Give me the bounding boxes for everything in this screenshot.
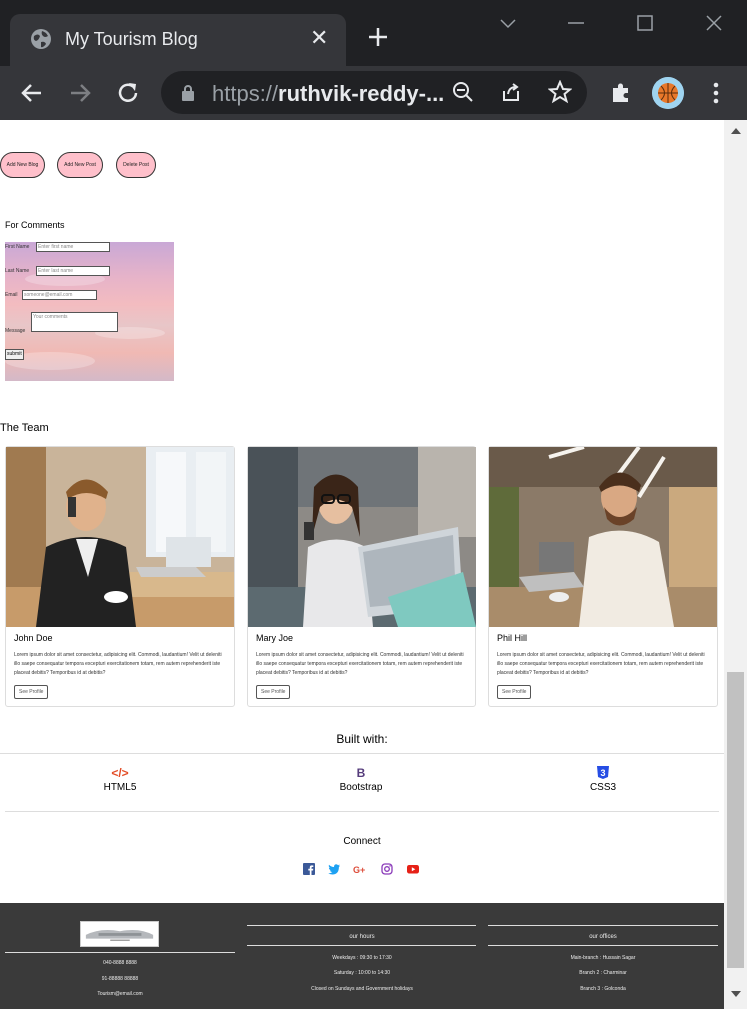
team-card: Mary Joe Lorem ipsum dolor sit amet cons… — [247, 446, 476, 707]
first-name-label: First Name — [5, 244, 30, 250]
office-branch-3: Branch 3 : Golconda — [580, 986, 626, 992]
footer-phone: 040-8888 8888 — [103, 960, 137, 966]
tech-label: HTML5 — [103, 782, 137, 793]
member-bio: Lorem ipsum dolor sit amet consectetur, … — [497, 652, 705, 676]
reload-icon[interactable] — [115, 80, 141, 106]
delete-post-button[interactable]: Delete Post — [116, 152, 156, 178]
add-new-post-button[interactable]: Add New Post — [57, 152, 103, 178]
tab-title: My Tourism Blog — [65, 29, 198, 49]
member-name: Mary Joe — [256, 633, 294, 643]
share-icon[interactable] — [500, 81, 522, 103]
member-name: John Doe — [14, 633, 53, 643]
back-arrow-icon[interactable] — [19, 80, 45, 106]
connect-heading: Connect — [343, 836, 381, 847]
scroll-down-arrow-icon[interactable] — [731, 991, 741, 997]
mary-joe-photo — [248, 447, 476, 627]
member-bio: Lorem ipsum dolor sit amet consectetur, … — [14, 652, 222, 676]
divider — [5, 811, 719, 812]
tech-label: CSS3 — [589, 782, 617, 793]
offices-heading: our offices — [589, 934, 617, 940]
bootstrap-icon: B — [356, 766, 366, 780]
scroll-thumb[interactable] — [727, 672, 744, 968]
built-with-heading: Built with: — [336, 732, 388, 746]
divider — [0, 753, 724, 754]
new-tab-icon[interactable] — [366, 25, 390, 49]
phil-hill-photo — [489, 447, 717, 627]
first-name-field[interactable]: Enter first name — [36, 242, 110, 252]
minimize-icon[interactable] — [565, 12, 587, 34]
last-name-label: Last Name — [5, 268, 30, 274]
close-tab-icon[interactable]: ✕ — [310, 27, 328, 49]
globe-icon — [31, 29, 51, 49]
css3-shield-icon: 3 — [597, 766, 609, 779]
office-main: Main-branch : Hussain Sagar — [570, 955, 636, 961]
divider — [5, 952, 235, 953]
browser-tab[interactable]: My Tourism Blog ✕ — [10, 14, 346, 66]
footer-email: Tourism@email.com — [97, 991, 143, 997]
facebook-icon[interactable] — [302, 862, 316, 876]
instagram-icon[interactable] — [380, 862, 394, 876]
see-profile-button[interactable]: See Profile — [256, 685, 291, 699]
browser-toolbar: https://ruthvik-reddy-... — [0, 66, 747, 120]
page-viewport: Add New Blog Add New Post Delete Post Fo… — [0, 120, 724, 1009]
add-new-blog-button[interactable]: Add New Blog — [0, 152, 45, 178]
divider — [488, 925, 718, 926]
lock-icon[interactable] — [180, 84, 196, 102]
email-label: Email — [5, 292, 18, 298]
forward-arrow-icon[interactable] — [67, 80, 93, 106]
submit-button[interactable]: submit — [5, 349, 24, 360]
chevron-down-icon[interactable] — [497, 12, 519, 34]
google-plus-icon[interactable]: G+ — [353, 862, 367, 876]
last-name-field[interactable]: Enter last name — [36, 266, 110, 276]
page-footer: 040-8888 8888 91-88888 88888 Tourism@ema… — [0, 903, 724, 1009]
divider — [488, 945, 718, 946]
more-menu-icon[interactable] — [703, 80, 729, 106]
profile-avatar-icon[interactable] — [652, 77, 684, 109]
maximize-icon[interactable] — [634, 12, 656, 34]
office-branch-2: Branch 2 : Charminar — [579, 970, 627, 976]
tech-label: Bootstrap — [339, 782, 383, 793]
footer-mobile: 91-88888 88888 — [101, 976, 139, 982]
hours-closed: Closed on Sundays and Government holiday… — [311, 986, 413, 992]
twitter-icon[interactable] — [327, 862, 341, 876]
team-heading: The Team — [0, 422, 49, 434]
site-logo — [80, 921, 159, 947]
divider — [247, 945, 476, 946]
close-window-icon[interactable] — [703, 12, 725, 34]
vertical-scrollbar[interactable] — [724, 120, 747, 1009]
comments-heading: For Comments — [5, 220, 65, 230]
url-text[interactable]: https://ruthvik-reddy-... — [212, 81, 444, 107]
svg-text:3: 3 — [600, 768, 605, 778]
svg-text:G+: G+ — [353, 865, 365, 875]
member-name: Phil Hill — [497, 633, 528, 643]
see-profile-button[interactable]: See Profile — [14, 685, 49, 699]
zoom-out-icon[interactable] — [452, 81, 474, 103]
tech-item-html5: </> HTML5 — [60, 766, 180, 793]
code-icon: </> — [111, 766, 129, 780]
youtube-icon[interactable] — [406, 862, 420, 876]
divider — [247, 925, 476, 926]
message-textarea[interactable]: Your comments — [31, 312, 118, 332]
scroll-up-arrow-icon[interactable] — [731, 128, 741, 134]
address-bar[interactable]: https://ruthvik-reddy-... — [161, 71, 587, 114]
css3-icon: 3 — [543, 766, 663, 780]
see-profile-button[interactable]: See Profile — [497, 685, 532, 699]
bookmark-star-icon[interactable] — [548, 80, 572, 104]
browser-titlebar: My Tourism Blog ✕ — [0, 0, 747, 66]
tech-item-css3: 3 CSS3 — [543, 766, 663, 793]
email-field[interactable]: someone@email.com — [22, 290, 97, 300]
extensions-puzzle-icon[interactable] — [608, 80, 634, 106]
comment-form: First Name Enter first name Last Name En… — [5, 242, 174, 381]
team-card: Phil Hill Lorem ipsum dolor sit amet con… — [488, 446, 718, 707]
message-label: Message — [5, 328, 26, 334]
member-bio: Lorem ipsum dolor sit amet consectetur, … — [256, 652, 464, 676]
john-doe-photo — [6, 447, 234, 627]
hours-weekdays: Weekdays : 09:30 to 17:30 — [332, 955, 392, 961]
hours-heading: our hours — [349, 934, 375, 940]
hours-saturday: Saturday : 10:00 to 14:30 — [333, 970, 391, 976]
team-card: John Doe Lorem ipsum dolor sit amet cons… — [5, 446, 235, 707]
tech-item-bootstrap: B Bootstrap — [301, 766, 421, 793]
